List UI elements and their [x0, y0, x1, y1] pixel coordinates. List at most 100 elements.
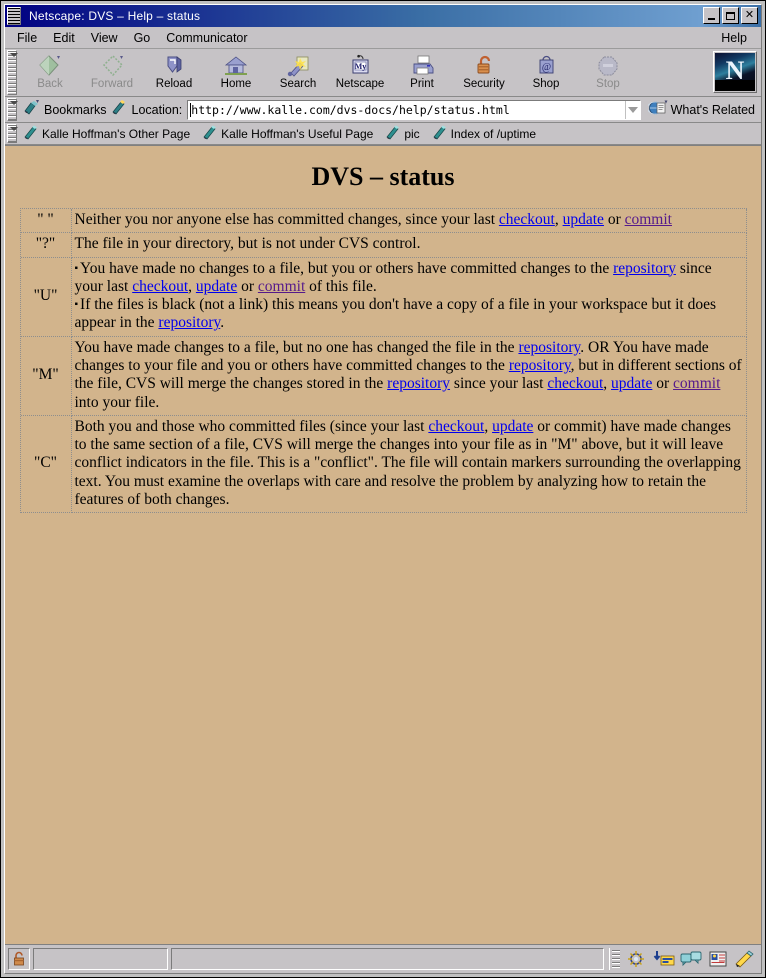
status-code-cell: "C" [20, 415, 72, 514]
home-icon [222, 54, 250, 78]
back-button[interactable]: Back [19, 51, 81, 95]
bookmark-label: pic [404, 126, 420, 141]
netscape-logo-letter: N [725, 55, 745, 85]
composer-icon[interactable] [734, 949, 756, 969]
link-checkout[interactable]: checkout [132, 278, 188, 295]
url-dropdown-arrow-icon[interactable] [624, 100, 640, 119]
shop-button[interactable]: @ Shop [515, 51, 577, 95]
text-run: or [603, 211, 625, 228]
menu-go[interactable]: Go [126, 29, 159, 47]
link-checkout[interactable]: checkout [547, 375, 603, 392]
link-commit[interactable]: commit [258, 278, 305, 295]
bookmark-label: Kalle Hoffman's Useful Page [221, 126, 374, 141]
reload-button[interactable]: Reload [143, 51, 205, 95]
printer-icon [408, 54, 436, 78]
home-button[interactable]: Home [205, 51, 267, 95]
location-bar-handle[interactable] [7, 98, 18, 121]
page-content-area: DVS – status " " Neither you nor anyone e… [5, 145, 761, 945]
bookmark-item-useful-page[interactable]: Kalle Hoffman's Useful Page [198, 125, 373, 143]
html-document: DVS – status " " Neither you nor anyone e… [5, 146, 761, 523]
text-run: Both you and those who committed files (… [74, 417, 429, 435]
status-description-cell: Both you and those who committed files (… [71, 415, 747, 514]
link-update[interactable]: update [563, 211, 604, 228]
navigator-icon[interactable] [626, 949, 648, 969]
bookmarks-label[interactable]: Bookmarks [44, 103, 107, 117]
security-status-button[interactable] [8, 948, 30, 970]
bullet-line: ▪ You have made no changes to a file, but… [75, 260, 743, 297]
shopping-bag-icon: @ [532, 54, 560, 78]
search-button-label: Search [279, 78, 317, 91]
maximize-button[interactable] [722, 7, 739, 24]
bookmark-item-other-page[interactable]: Kalle Hoffman's Other Page [19, 125, 190, 143]
link-checkout[interactable]: checkout [499, 211, 555, 228]
table-row: "C" Both you and those who committed file… [20, 415, 747, 514]
bookmarks-icon[interactable] [23, 99, 41, 120]
text-run: , [188, 277, 196, 295]
menu-file[interactable]: File [9, 29, 45, 47]
print-button[interactable]: Print [391, 51, 453, 95]
stop-button[interactable]: Stop [577, 51, 639, 95]
padlock-icon [470, 54, 498, 78]
netscape-logo-button[interactable]: N [713, 51, 757, 93]
description-paragraph: Neither you nor anyone else has committe… [75, 211, 743, 229]
status-code-cell: "U" [20, 257, 72, 337]
padlock-icon [14, 951, 24, 966]
bookmark-item-index-uptime[interactable]: Index of /uptime [428, 125, 536, 143]
discussions-icon[interactable] [680, 949, 702, 969]
link-repository[interactable]: repository [158, 314, 220, 331]
window-inner: Netscape: DVS – Help – status ✕ File Edi… [4, 4, 762, 974]
table-row: " " Neither you nor anyone else has commi… [20, 209, 747, 234]
forward-button-label: Forward [90, 78, 134, 91]
close-button[interactable]: ✕ [741, 7, 758, 24]
link-commit[interactable]: commit [673, 375, 720, 392]
status-description-cell: You have made changes to a file, but no … [71, 336, 747, 416]
link-repository[interactable]: repository [509, 357, 571, 374]
whats-related-label: What's Related [670, 102, 755, 117]
menu-bar: File Edit View Go Communicator Help [5, 27, 761, 49]
search-button[interactable]: Search [267, 51, 329, 95]
link-update[interactable]: update [196, 278, 237, 295]
text-run: You have made no changes to a file, but … [80, 259, 614, 277]
link-repository[interactable]: repository [613, 260, 676, 277]
menu-help[interactable]: Help [713, 29, 755, 47]
description-paragraph: Both you and those who committed files (… [75, 418, 743, 509]
home-button-label: Home [220, 78, 252, 91]
navigation-toolbar-handle[interactable] [7, 50, 18, 95]
page-proxy-icon[interactable] [111, 99, 127, 120]
link-update[interactable]: update [611, 375, 652, 392]
link-repository[interactable]: repository [518, 339, 580, 356]
inbox-icon[interactable] [653, 949, 675, 969]
window-menu-grip[interactable] [7, 7, 21, 25]
title-bar[interactable]: Netscape: DVS – Help – status ✕ [5, 5, 761, 27]
text-run: , [603, 375, 612, 393]
forward-button[interactable]: Forward [81, 51, 143, 95]
text-run: since your last [450, 375, 548, 393]
reload-button-label: Reload [155, 78, 193, 91]
shop-button-label: Shop [532, 78, 560, 91]
link-repository[interactable]: repository [387, 375, 450, 392]
component-bar [609, 948, 758, 970]
menu-view[interactable]: View [83, 29, 126, 47]
bookmark-item-pic[interactable]: pic [381, 125, 420, 143]
url-input[interactable]: http://www.kalle.com/dvs-docs/help/statu… [188, 101, 624, 119]
component-bar-handle[interactable] [612, 950, 620, 968]
my-netscape-button[interactable]: My Netscape [329, 51, 391, 95]
text-run: You have made changes to a file, but no … [74, 338, 519, 356]
menu-edit[interactable]: Edit [45, 29, 83, 47]
link-update[interactable]: update [492, 418, 533, 435]
url-text-caret [190, 102, 192, 117]
security-button[interactable]: Security [453, 51, 515, 95]
whats-related-button[interactable]: What's Related [644, 100, 759, 120]
text-run: Neither you nor anyone else has committe… [74, 211, 499, 228]
minimize-button[interactable] [703, 7, 720, 24]
address-book-icon[interactable] [707, 949, 729, 969]
link-checkout[interactable]: checkout [428, 418, 484, 435]
personal-toolbar-handle[interactable] [7, 124, 18, 143]
browser-window: Netscape: DVS – Help – status ✕ File Edi… [0, 0, 766, 978]
menu-communicator[interactable]: Communicator [158, 29, 255, 47]
url-field-wrapper[interactable]: http://www.kalle.com/dvs-docs/help/statu… [187, 99, 641, 120]
text-run: or [652, 375, 674, 393]
my-netscape-button-label: Netscape [335, 78, 385, 91]
link-commit[interactable]: commit [625, 211, 672, 228]
bullet-line: ▪ If the files is black (not a link) this… [75, 296, 743, 333]
